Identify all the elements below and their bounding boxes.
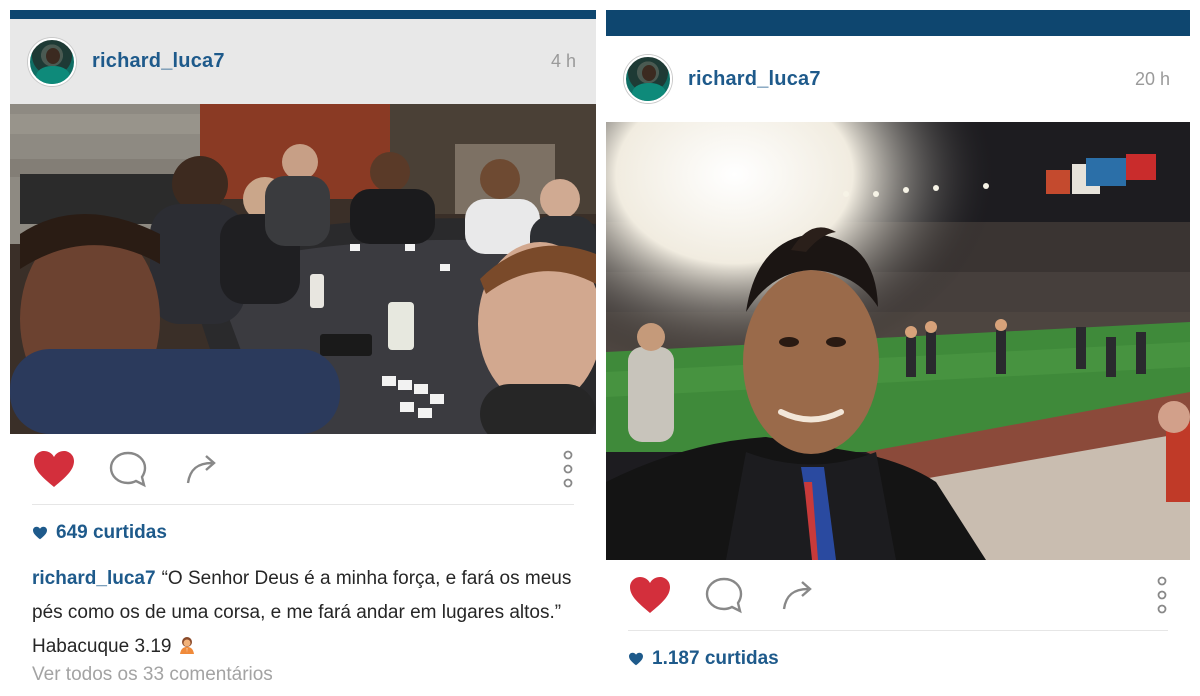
post-timestamp: 4 h: [550, 51, 576, 71]
more-options-button[interactable]: [558, 447, 578, 491]
post-header: richard_luca7 4 h: [10, 19, 596, 104]
share-icon: [782, 581, 812, 610]
like-count[interactable]: 1.187 curtidas: [628, 648, 779, 670]
post-actions: [606, 560, 1190, 630]
post-header: richard_luca7 20 h: [606, 36, 1190, 122]
like-count-text: 1.187 curtidas: [652, 648, 779, 669]
comment-button[interactable]: [702, 573, 746, 617]
heart-icon: [34, 451, 74, 487]
post-photo[interactable]: [606, 122, 1190, 560]
view-comments-link[interactable]: Ver todos os 33 comentários: [32, 664, 273, 686]
post-card: richard_luca7 20 h 1.187 curtidas: [606, 0, 1190, 696]
divider: [32, 504, 574, 505]
post-actions: [10, 434, 596, 504]
avatar[interactable]: [28, 37, 76, 86]
like-button[interactable]: [32, 447, 76, 491]
comment-icon: [705, 577, 743, 614]
post-photo[interactable]: [10, 104, 596, 434]
comment-button[interactable]: [106, 447, 150, 491]
top-bar: [10, 10, 596, 19]
praying-emoji-icon: [180, 637, 195, 654]
group-poker-selfie-photo: [10, 104, 596, 434]
share-button[interactable]: [776, 573, 820, 617]
post-card: richard_luca7 4 h 649 curtidas richard_l…: [10, 0, 596, 696]
share-icon: [186, 455, 216, 484]
small-heart-icon: [33, 526, 47, 540]
top-bar: [606, 10, 1190, 36]
post-timestamp: 20 h: [1134, 68, 1170, 89]
comment-icon: [109, 451, 147, 488]
stadium-selfie-photo: [606, 122, 1190, 560]
divider: [628, 630, 1168, 631]
like-button[interactable]: [628, 573, 672, 617]
more-options-button[interactable]: [1152, 573, 1172, 617]
more-options-icon: [563, 450, 573, 488]
small-heart-icon: [629, 652, 643, 666]
username[interactable]: richard_luca7: [92, 50, 225, 73]
avatar[interactable]: [624, 55, 672, 103]
share-button[interactable]: [180, 447, 224, 491]
heart-icon: [630, 577, 670, 613]
like-count-text: 649 curtidas: [56, 522, 167, 543]
post-caption: richard_luca7 “O Senhor Deus é a minha fo…: [32, 562, 578, 664]
username[interactable]: richard_luca7: [688, 68, 821, 91]
caption-username[interactable]: richard_luca7: [32, 568, 156, 589]
more-options-icon: [1157, 576, 1167, 614]
like-count[interactable]: 649 curtidas: [32, 522, 167, 544]
